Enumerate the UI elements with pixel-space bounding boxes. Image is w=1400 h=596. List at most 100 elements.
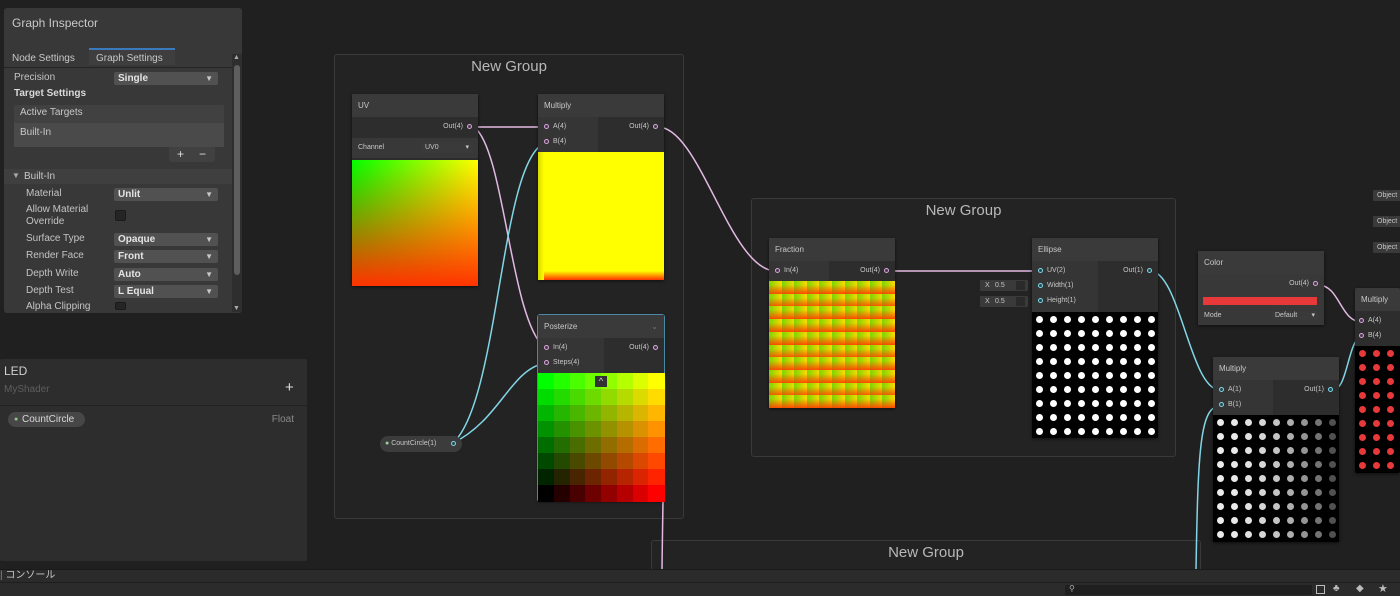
uv-node[interactable]: UV Out(4) Channel UV0 ▾: [352, 94, 478, 286]
circle-dot: [1272, 503, 1280, 511]
open-icon[interactable]: [1316, 585, 1325, 594]
ellipse-node[interactable]: Ellipse UV(2) Width(1) Height(1) Out(1): [1032, 238, 1158, 438]
circle-dot: [1147, 329, 1155, 337]
color-node[interactable]: Color Out(4) Mode Default ▾: [1198, 251, 1324, 325]
add-target-button[interactable]: +: [177, 147, 184, 161]
circle-dot: [1314, 489, 1322, 497]
mode-dropdown[interactable]: Default ▾: [1272, 311, 1318, 320]
input-port-a[interactable]: [544, 123, 549, 129]
target-item-built-in[interactable]: Built-In: [14, 123, 224, 147]
circle-dot: [1077, 427, 1085, 435]
surface-type-label: Surface Type: [26, 233, 85, 244]
input-port-b[interactable]: [1359, 332, 1364, 338]
output-port[interactable]: [451, 441, 456, 446]
output-port[interactable]: [1147, 267, 1152, 273]
fraction-tile: [806, 331, 820, 345]
circle-dot: [1300, 460, 1308, 468]
property-countcircle[interactable]: ● CountCircle: [8, 412, 85, 427]
input-port-in[interactable]: [544, 344, 549, 350]
precision-dropdown[interactable]: Single ▼: [114, 72, 218, 85]
circle-dot: [1049, 315, 1057, 323]
tag-icon[interactable]: ◆: [1356, 583, 1364, 594]
object-node-1[interactable]: Object: [1373, 190, 1400, 201]
fraction-tile: [794, 281, 808, 295]
circle-dot: [1216, 531, 1224, 539]
builtin-section-header[interactable]: ▼ Built-In: [4, 169, 232, 184]
circle-dot: [1286, 432, 1294, 440]
output-port[interactable]: [1328, 386, 1333, 392]
input-port-b[interactable]: [1219, 401, 1224, 407]
channel-dropdown[interactable]: UV0 ▾: [422, 142, 472, 153]
circle-dot: [1091, 315, 1099, 323]
multiply-node-3[interactable]: Multiply A(4) B(4): [1355, 288, 1400, 473]
fraction-tile: [844, 382, 858, 396]
circle-dot: [1286, 418, 1294, 426]
color-swatch[interactable]: [1203, 297, 1317, 305]
posterize-cell: [616, 405, 633, 422]
output-port[interactable]: [653, 123, 658, 129]
tab-node-settings[interactable]: Node Settings: [12, 50, 75, 67]
remove-target-button[interactable]: −: [199, 147, 206, 161]
material-dropdown[interactable]: Unlit ▼: [114, 188, 218, 201]
inspector-scrollbar[interactable]: ▲ ▼: [232, 54, 242, 312]
object-node-2[interactable]: Object: [1373, 216, 1400, 227]
circle-dot: [1147, 371, 1155, 379]
console-tab[interactable]: | コンソール: [0, 570, 55, 582]
blackboard-panel[interactable]: LED MyShader + ● CountCircle Float: [0, 359, 307, 561]
multiply-node-2[interactable]: Multiply A(1) B(1) Out(1): [1213, 357, 1339, 542]
fraction-tile: [869, 319, 883, 333]
input-port-uv[interactable]: [1038, 267, 1043, 273]
active-targets-list[interactable]: Active Targets Built-In: [14, 105, 224, 147]
input-port-b[interactable]: [544, 138, 549, 144]
input-port-a[interactable]: [1359, 317, 1364, 323]
depth-test-dropdown[interactable]: L Equal ▼: [114, 285, 218, 298]
fraction-tile: [781, 331, 795, 345]
posterize-cell: [632, 421, 649, 438]
circle-dot: [1372, 349, 1380, 357]
collapse-preview-icon[interactable]: ^: [595, 376, 607, 387]
graph-inspector[interactable]: Graph Inspector Node Settings Graph Sett…: [4, 8, 242, 313]
input-port-steps[interactable]: [544, 359, 549, 365]
output-port[interactable]: [1313, 280, 1318, 286]
circle-dot: [1133, 385, 1141, 393]
ellipse-height-input[interactable]: X 0.5: [980, 296, 1028, 307]
input-port-a[interactable]: [1219, 386, 1224, 392]
circle-dot: [1358, 349, 1366, 357]
circle-dot: [1077, 329, 1085, 337]
input-port-height[interactable]: [1038, 297, 1043, 303]
circle-dot: [1133, 413, 1141, 421]
object-node-3[interactable]: Object: [1373, 242, 1400, 253]
circle-dot: [1230, 503, 1238, 511]
alpha-clipping-checkbox[interactable]: [115, 302, 126, 310]
circle-dot: [1358, 363, 1366, 371]
output-port[interactable]: [884, 267, 889, 273]
posterize-cell: [538, 405, 555, 422]
fraction-node[interactable]: Fraction In(4) Out(4): [769, 238, 896, 409]
tab-graph-settings[interactable]: Graph Settings: [89, 48, 175, 65]
input-port-width[interactable]: [1038, 282, 1043, 288]
countcircle-property-node[interactable]: ● CountCircle(1): [380, 436, 462, 452]
favorite-icon[interactable]: ★: [1378, 582, 1388, 595]
circle-dot: [1244, 446, 1252, 454]
node-title: Multiply: [538, 94, 664, 117]
depth-write-dropdown[interactable]: Auto ▼: [114, 268, 218, 281]
circle-dot: [1272, 517, 1280, 525]
posterize-node[interactable]: Posterize ⌄ In(4) Steps(4) Out(4) ^: [537, 314, 665, 502]
output-port[interactable]: [467, 123, 472, 129]
hierarchy-icon[interactable]: ♣: [1333, 583, 1340, 594]
posterize-cell: [553, 485, 570, 502]
search-input[interactable]: ⚲: [1065, 584, 1312, 595]
surface-type-dropdown[interactable]: Opaque ▼: [114, 233, 218, 246]
node-title: Ellipse: [1032, 238, 1158, 261]
posterize-cell: [632, 437, 649, 454]
multiply-node-1[interactable]: Multiply A(4) B(4) Out(4): [538, 94, 664, 280]
render-face-dropdown[interactable]: Front ▼: [114, 250, 218, 263]
input-port-in[interactable]: [775, 267, 780, 273]
add-property-button[interactable]: +: [285, 379, 294, 396]
allow-override-checkbox[interactable]: [115, 210, 126, 221]
circle-dot: [1272, 475, 1280, 482]
fraction-tile: [794, 331, 808, 345]
circle-dot: [1105, 357, 1113, 365]
output-port[interactable]: [653, 344, 658, 350]
ellipse-width-input[interactable]: X 0.5: [980, 280, 1028, 291]
